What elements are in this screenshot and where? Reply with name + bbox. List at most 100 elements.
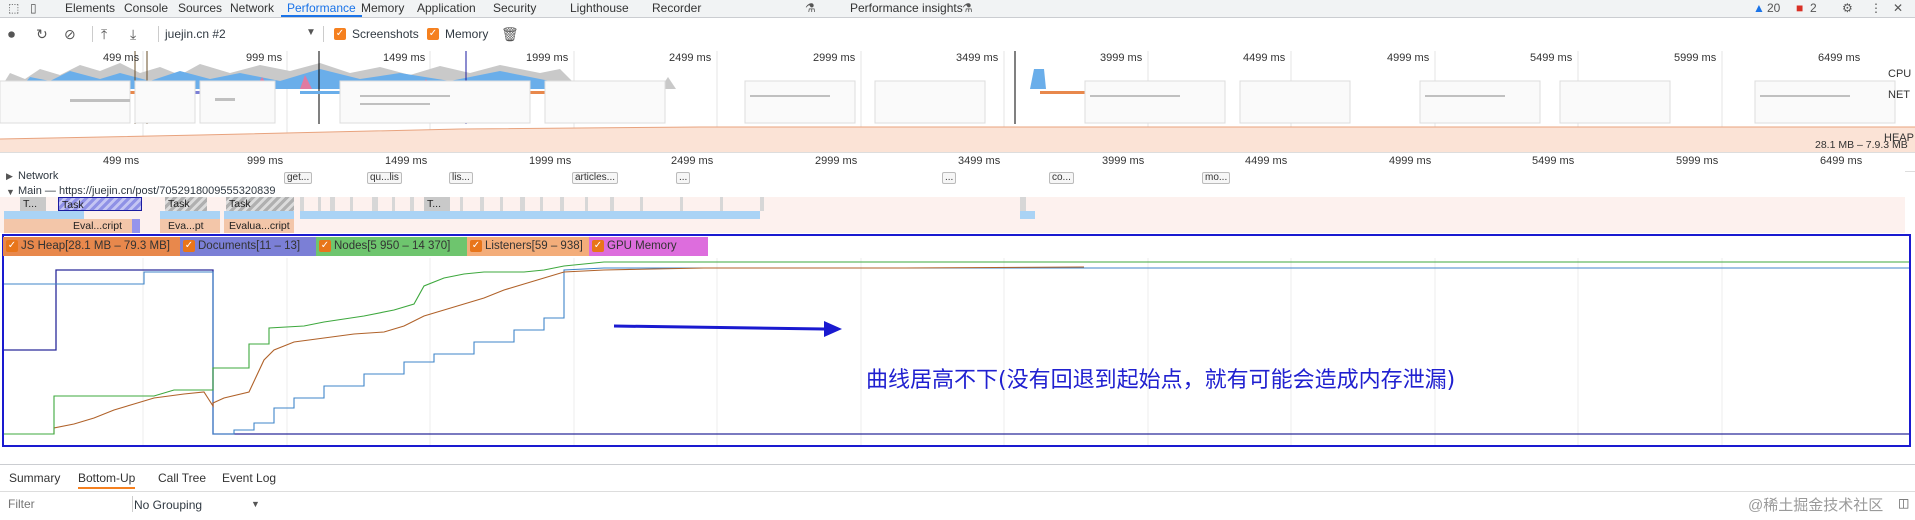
sidebar-toggle-icon[interactable]: ◫: [1898, 496, 1909, 510]
clear-icon[interactable]: ⊘: [64, 26, 76, 42]
overview-tick: 4499 ms: [1243, 52, 1286, 64]
overview-tick: 2999 ms: [813, 52, 856, 64]
upload-icon[interactable]: ⤒: [101, 26, 107, 42]
overview-tick: 6499 ms: [1818, 52, 1861, 64]
tab-sources[interactable]: Sources: [172, 0, 228, 17]
legend-documents[interactable]: ✓ Documents[11 – 13]: [180, 237, 319, 256]
listeners-checkbox[interactable]: ✓: [470, 240, 482, 252]
tab-elements[interactable]: Elements: [59, 0, 121, 17]
ruler-tick: 1499 ms: [385, 155, 428, 167]
expand-arrow-icon[interactable]: ▶: [6, 171, 13, 182]
ruler-tick: 999 ms: [247, 155, 284, 167]
download-icon[interactable]: ⤓: [130, 26, 136, 42]
overview-tick: 499 ms: [103, 52, 140, 64]
ruler-tick: 5499 ms: [1532, 155, 1575, 167]
screenshots-label: Screenshots: [352, 27, 419, 41]
inspect-element-icon[interactable]: ⬚: [8, 0, 19, 17]
long-task-block[interactable]: Task: [58, 197, 142, 211]
network-request[interactable]: co...: [1049, 172, 1074, 184]
tab-application[interactable]: Application: [411, 0, 482, 17]
nodes-checkbox[interactable]: ✓: [319, 240, 331, 252]
ruler-tick: 4499 ms: [1245, 155, 1288, 167]
documents-checkbox[interactable]: ✓: [183, 240, 195, 252]
legend-listeners[interactable]: ✓ Listeners[59 – 938]: [467, 237, 605, 256]
tab-security[interactable]: Security: [487, 0, 542, 17]
tab-recorder[interactable]: Recorder: [646, 0, 707, 17]
screenshots-checkbox[interactable]: ✓: [334, 28, 346, 40]
tab-summary[interactable]: Summary: [9, 470, 60, 487]
network-track-label[interactable]: Network: [18, 170, 58, 182]
memory-counters-graph[interactable]: [4, 258, 1909, 445]
overview-tick: 4999 ms: [1387, 52, 1430, 64]
tab-network[interactable]: Network: [224, 0, 280, 17]
ruler-tick: 3999 ms: [1102, 155, 1145, 167]
network-request[interactable]: ...: [676, 172, 691, 184]
tab-console[interactable]: Console: [118, 0, 174, 17]
overview-tick: 5999 ms: [1674, 52, 1717, 64]
gear-icon[interactable]: ⚙: [1842, 0, 1853, 17]
expand-arrow-icon[interactable]: ▼: [6, 187, 15, 197]
main-track-label[interactable]: Main — https://juejin.cn/post/7052918009…: [18, 185, 275, 197]
ruler-tick: 6499 ms: [1820, 155, 1863, 167]
filter-input[interactable]: [4, 496, 133, 512]
overview-tick: 2499 ms: [669, 52, 712, 64]
errors-count[interactable]: 2: [1810, 0, 1817, 17]
ruler-tick: 4999 ms: [1389, 155, 1432, 167]
long-task-block[interactable]: Task: [165, 197, 207, 211]
flame-chart[interactable]: ▶ Network get... qu...lis lis... article…: [0, 170, 1905, 233]
grouping-select[interactable]: No Grouping: [134, 498, 202, 512]
network-request[interactable]: qu...lis: [367, 172, 402, 184]
legend-label: Nodes[5 950 – 14 370]: [334, 240, 451, 252]
tab-memory[interactable]: Memory: [355, 0, 410, 17]
more-options-icon[interactable]: ⋮: [1870, 0, 1882, 17]
long-task-block[interactable]: Task: [226, 197, 294, 211]
network-request[interactable]: ...: [942, 172, 957, 184]
overview-tick: 3499 ms: [956, 52, 999, 64]
ruler-tick: 1999 ms: [529, 155, 572, 167]
tab-call-tree[interactable]: Call Tree: [158, 470, 206, 487]
network-request[interactable]: get...: [284, 172, 313, 184]
ruler-tick: 5999 ms: [1676, 155, 1719, 167]
tab-performance[interactable]: Performance: [281, 0, 362, 17]
evaluate-script-block[interactable]: Eval...cript: [70, 219, 132, 233]
trash-icon[interactable]: 🗑: [501, 26, 519, 42]
reload-icon[interactable]: ↻: [36, 26, 48, 42]
task-block[interactable]: T...: [424, 197, 450, 211]
overview-tick: 3999 ms: [1100, 52, 1143, 64]
warnings-count[interactable]: 20: [1767, 0, 1780, 17]
flask-icon: ⚗: [805, 1, 816, 15]
close-icon[interactable]: ✕: [1893, 0, 1903, 17]
js-heap-checkbox[interactable]: ✓: [6, 240, 18, 252]
ruler-tick: 2499 ms: [671, 155, 714, 167]
legend-js-heap[interactable]: ✓ JS Heap[28.1 MB – 79.3 MB]: [3, 237, 183, 256]
tab-bottom-up[interactable]: Bottom-Up: [78, 470, 136, 489]
timeline-overview[interactable]: 499 ms 999 ms 1499 ms 1999 ms 2499 ms 29…: [0, 51, 1915, 152]
evaluate-script-block[interactable]: Evalua...cript: [226, 219, 294, 233]
tab-performance-insights[interactable]: Performance insights: [844, 0, 969, 17]
memory-checkbox[interactable]: ✓: [427, 28, 439, 40]
network-request[interactable]: articles...: [572, 172, 619, 184]
tab-event-log[interactable]: Event Log: [222, 470, 276, 487]
flask-icon: ⚗: [962, 1, 973, 15]
device-toolbar-icon[interactable]: ▯: [30, 0, 37, 17]
divider: [323, 26, 324, 42]
warning-icon[interactable]: ▲: [1753, 0, 1765, 17]
record-icon[interactable]: ⏺: [8, 26, 15, 42]
chevron-down-icon[interactable]: ▼: [306, 27, 316, 38]
chevron-down-icon[interactable]: ▼: [251, 499, 260, 509]
gpu-memory-checkbox[interactable]: ✓: [592, 240, 604, 252]
legend-gpu-memory[interactable]: ✓ GPU Memory: [589, 237, 708, 256]
legend-nodes[interactable]: ✓ Nodes[5 950 – 14 370]: [316, 237, 485, 256]
error-icon[interactable]: ■: [1796, 0, 1803, 17]
network-request[interactable]: lis...: [449, 172, 473, 184]
heap-range: 28.1 MB – 7.9.3 MB: [1815, 139, 1908, 151]
target-select[interactable]: juejin.cn #2: [165, 27, 226, 41]
tab-lighthouse[interactable]: Lighthouse: [564, 0, 635, 17]
overview-tick: 5499 ms: [1530, 52, 1573, 64]
net-label: NET: [1888, 89, 1910, 101]
legend-label: GPU Memory: [607, 240, 677, 252]
bottom-panel: [0, 464, 1915, 520]
network-request[interactable]: mo...: [1202, 172, 1231, 184]
task-block[interactable]: T...: [20, 197, 46, 211]
evaluate-script-block[interactable]: Eva...pt: [165, 219, 207, 233]
